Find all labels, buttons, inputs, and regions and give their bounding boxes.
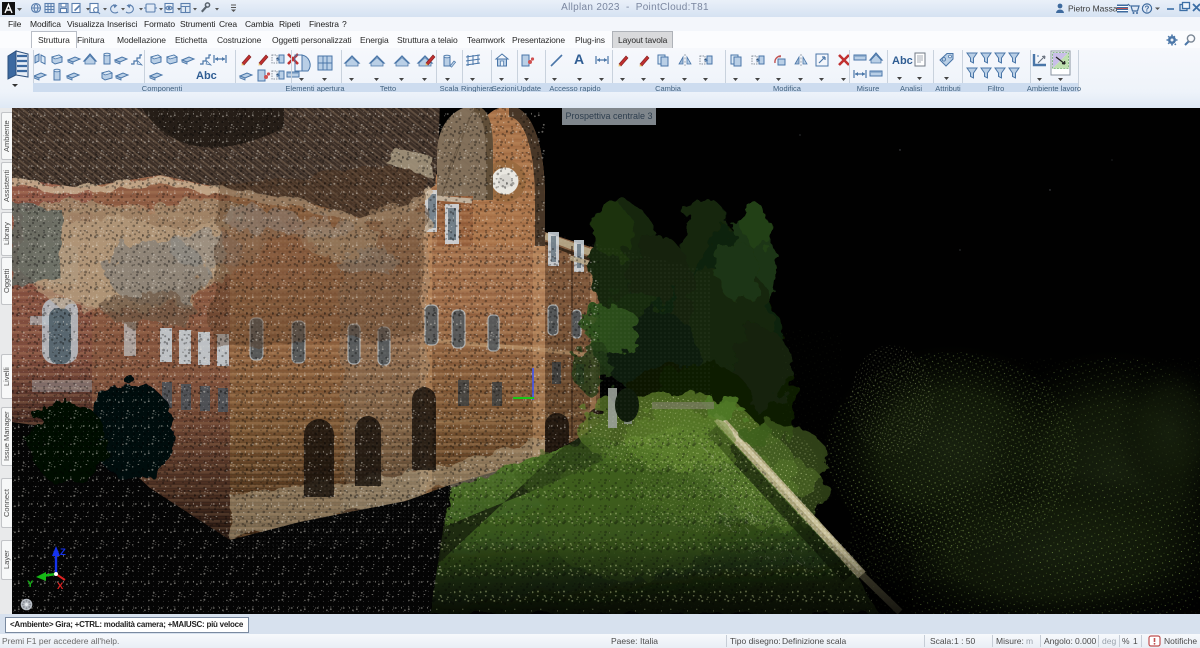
svg-text:Y: Y bbox=[27, 579, 34, 590]
svg-text:Pietro Massai: Pietro Massai bbox=[1068, 4, 1120, 14]
svg-text:Abc: Abc bbox=[892, 55, 913, 67]
svg-text:?: ? bbox=[1145, 5, 1150, 14]
svg-text:Z: Z bbox=[60, 547, 66, 558]
svg-text:Abc: Abc bbox=[196, 70, 217, 82]
svg-text:O: O bbox=[942, 58, 947, 64]
svg-text:X: X bbox=[57, 581, 64, 592]
svg-text:A: A bbox=[574, 51, 584, 67]
